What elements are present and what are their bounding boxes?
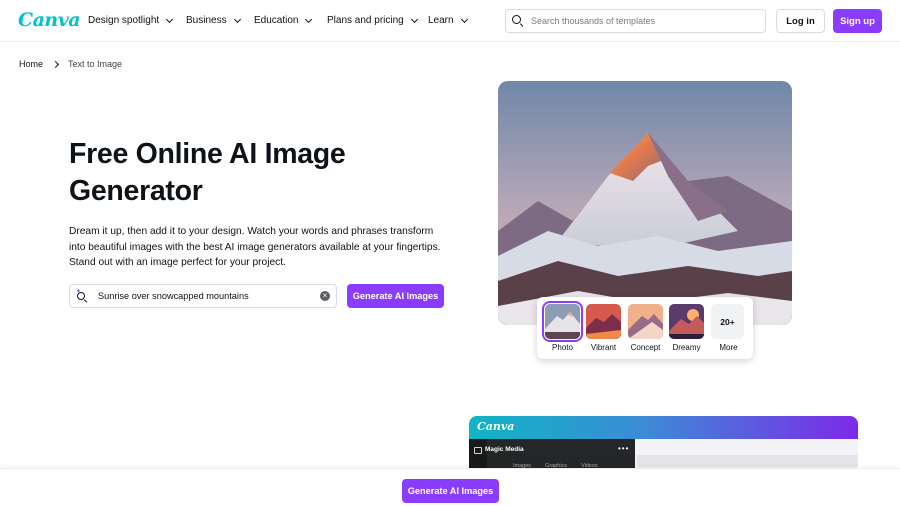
nav-education[interactable]: Education — [254, 15, 313, 26]
nav-design-spotlight[interactable]: Design spotlight — [88, 15, 174, 26]
photo-thumbnail — [542, 301, 583, 342]
chevron-down-icon — [410, 15, 418, 23]
style-more[interactable]: 20+ More — [711, 304, 746, 352]
style-concept[interactable]: Concept — [628, 304, 663, 352]
generate-ai-images-button[interactable]: Generate AI Images — [347, 284, 444, 308]
breadcrumb-home[interactable]: Home — [19, 59, 43, 69]
panel-title: Magic Media — [485, 446, 524, 453]
concept-thumbnail — [628, 304, 663, 339]
prompt-input[interactable]: ✦ Sunrise over snowcapped mountains × — [69, 284, 337, 308]
nav-label: Design spotlight — [88, 15, 160, 26]
breadcrumb: Home Text to Image — [19, 59, 122, 69]
dreamy-thumbnail — [669, 304, 704, 339]
template-search[interactable]: Search thousands of templates — [505, 9, 766, 33]
nav-learn[interactable]: Learn — [428, 15, 468, 26]
chevron-down-icon — [233, 15, 241, 23]
style-label: Vibrant — [590, 343, 617, 352]
panel-icon — [474, 447, 482, 454]
style-label: Photo — [552, 343, 573, 352]
style-label: More — [719, 343, 738, 352]
signup-button[interactable]: Sign up — [833, 9, 882, 33]
more-options-icon: ••• — [618, 444, 630, 453]
nav-business[interactable]: Business — [186, 15, 241, 26]
editor-logo: Canva — [477, 420, 515, 433]
sticky-generate-button[interactable]: Generate AI Images — [402, 479, 499, 503]
prompt-value[interactable]: Sunrise over snowcapped mountains — [98, 291, 320, 301]
nav-label: Learn — [428, 15, 454, 26]
search-input[interactable]: Search thousands of templates — [531, 16, 655, 26]
more-count: 20+ — [711, 304, 744, 339]
nav-label: Education — [254, 15, 299, 26]
nav-label: Plans and pricing — [327, 15, 404, 26]
style-picker: Photo Vibrant Concept Dreamy 20+ More — [537, 297, 753, 359]
hero-mountain-image — [498, 81, 792, 325]
hero-description: Dream it up, then add it to your design.… — [69, 226, 441, 268]
magic-search-icon: ✦ — [76, 289, 89, 303]
chevron-down-icon — [166, 15, 174, 23]
editor-preview: Canva Magic Media ••• Images Graphics Vi… — [469, 416, 858, 476]
vibrant-thumbnail — [586, 304, 621, 339]
login-button[interactable]: Log in — [776, 9, 825, 33]
top-nav: Canva Design spotlight Business Educatio… — [0, 0, 900, 42]
editor-canvas — [637, 455, 858, 467]
page-title: Free Online AI Image Generator — [69, 138, 346, 207]
chevron-down-icon — [305, 15, 313, 23]
sticky-cta-bar: Generate AI Images — [0, 468, 900, 506]
nav-label: Business — [186, 15, 227, 26]
clear-icon[interactable]: × — [320, 291, 330, 301]
chevron-right-icon — [51, 60, 60, 68]
style-vibrant[interactable]: Vibrant — [586, 304, 621, 352]
chevron-down-icon — [460, 15, 468, 23]
style-dreamy[interactable]: Dreamy — [669, 304, 704, 352]
nav-plans-pricing[interactable]: Plans and pricing — [327, 15, 418, 26]
canva-logo[interactable]: Canva — [18, 9, 81, 31]
search-icon — [512, 15, 524, 28]
breadcrumb-current: Text to Image — [68, 59, 123, 69]
style-label: Concept — [630, 343, 661, 352]
style-photo[interactable]: Photo — [542, 301, 583, 352]
style-label: Dreamy — [672, 343, 701, 352]
